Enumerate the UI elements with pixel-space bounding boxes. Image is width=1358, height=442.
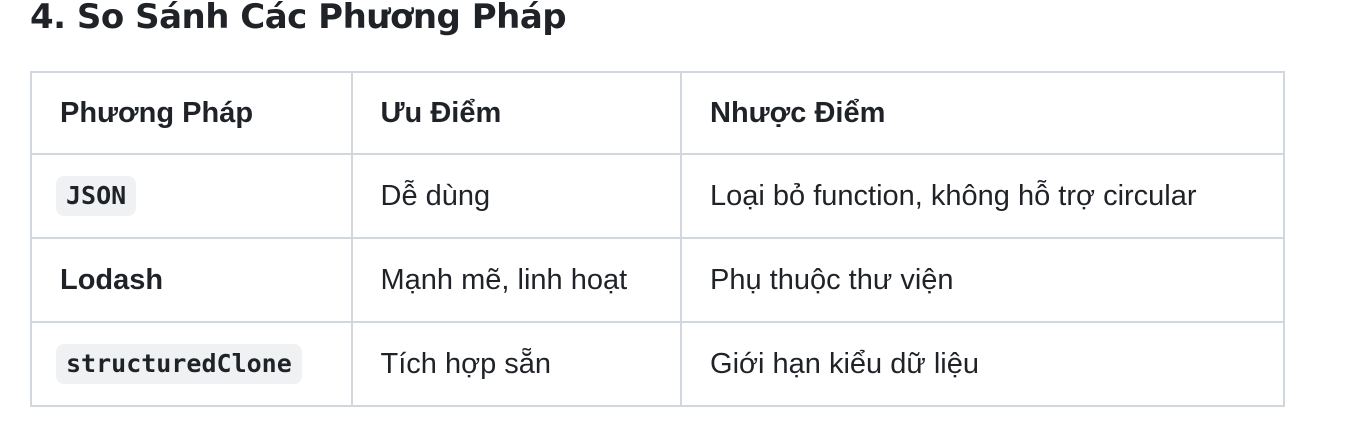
- method-cell: JSON: [30, 153, 353, 239]
- column-header-cons: Nhược Điểm: [680, 71, 1285, 155]
- pros-cell: Mạnh mẽ, linh hoạt: [350, 237, 683, 323]
- section-heading: 4. So Sánh Các Phương Pháp: [30, 0, 567, 37]
- column-header-method: Phương Pháp: [30, 71, 353, 155]
- method-cell: Lodash: [30, 237, 353, 323]
- method-cell: structuredClone: [30, 321, 353, 407]
- pros-cell: Dễ dùng: [350, 153, 683, 239]
- method-code: structuredClone: [56, 344, 302, 384]
- method-name: Lodash: [60, 263, 164, 296]
- table-row: structuredClone Tích hợp sẵn Giới hạn ki…: [30, 321, 1285, 407]
- method-code: JSON: [56, 176, 137, 216]
- comparison-table: Phương Pháp Ưu Điểm Nhược Điểm JSON Dễ d…: [30, 71, 1285, 407]
- pros-cell: Tích hợp sẵn: [350, 321, 683, 407]
- table-header-row: Phương Pháp Ưu Điểm Nhược Điểm: [30, 71, 1285, 155]
- table-row: JSON Dễ dùng Loại bỏ function, không hỗ …: [30, 153, 1285, 239]
- cons-cell: Loại bỏ function, không hỗ trợ circular: [680, 153, 1285, 239]
- cons-cell: Phụ thuộc thư viện: [680, 237, 1285, 323]
- column-header-pros: Ưu Điểm: [350, 71, 683, 155]
- cons-cell: Giới hạn kiểu dữ liệu: [680, 321, 1285, 407]
- table-row: Lodash Mạnh mẽ, linh hoạt Phụ thuộc thư …: [30, 237, 1285, 323]
